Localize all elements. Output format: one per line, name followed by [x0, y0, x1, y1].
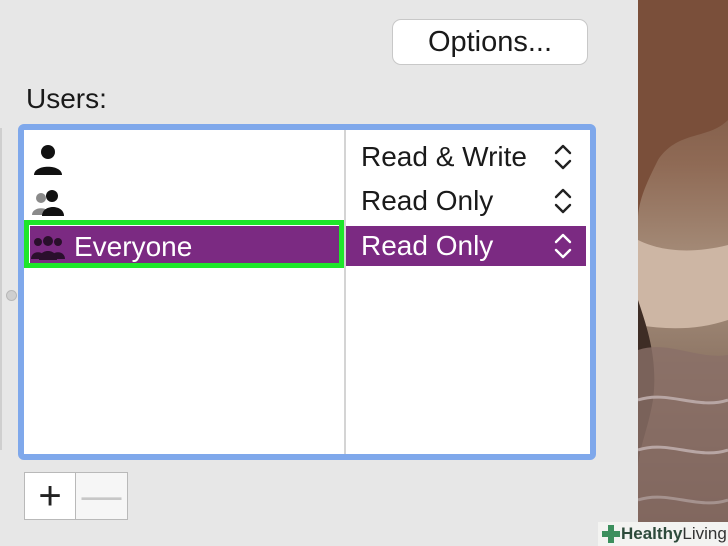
- column-divider: [344, 130, 346, 454]
- users-label: Users:: [26, 83, 107, 114]
- sharing-permissions-panel: Options... Users: Read & Write Read Only…: [0, 0, 638, 546]
- stepper-icon[interactable]: [552, 231, 574, 261]
- add-user-button[interactable]: +: [24, 472, 76, 520]
- cross-logo-icon: [602, 525, 620, 543]
- user-row-owner[interactable]: [30, 138, 344, 180]
- privilege-label: Read Only: [361, 185, 494, 216]
- stepper-icon[interactable]: [552, 186, 574, 216]
- options-button[interactable]: Options...: [392, 19, 588, 65]
- remove-user-button[interactable]: —: [76, 472, 128, 520]
- panel-edge: [0, 128, 2, 450]
- privilege-label: Read & Write: [361, 141, 527, 172]
- group-icon: [30, 185, 66, 221]
- resize-handle[interactable]: [6, 290, 17, 301]
- user-row-group[interactable]: [30, 182, 344, 224]
- users-permissions-table: Read & Write Read Only Everyone Read Onl…: [18, 124, 596, 460]
- privilege-label: Read Only: [361, 230, 494, 261]
- privilege-row-owner[interactable]: Read & Write: [346, 136, 586, 178]
- brand-watermark: Healthy Living: [598, 522, 728, 546]
- privilege-row-everyone[interactable]: Read Only: [346, 226, 586, 266]
- brand-name-bold: Healthy: [621, 524, 683, 543]
- brand-name-rest: Living: [682, 524, 727, 543]
- selection-highlight-box: [24, 220, 344, 268]
- stepper-icon[interactable]: [552, 142, 574, 172]
- privilege-row-group[interactable]: Read Only: [346, 180, 586, 222]
- desktop-background-image: [638, 0, 728, 546]
- person-icon: [30, 141, 66, 177]
- add-remove-buttons: + —: [24, 472, 128, 520]
